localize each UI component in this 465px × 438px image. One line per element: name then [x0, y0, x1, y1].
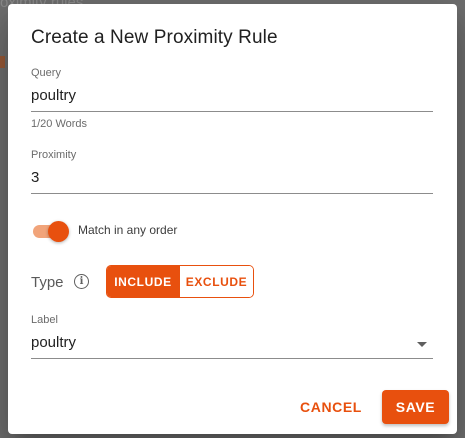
dropdown-arrow-icon[interactable] [417, 342, 427, 347]
save-button[interactable]: SAVE [382, 390, 449, 424]
label-select[interactable]: poultry [31, 334, 433, 354]
proximity-label: Proximity [31, 149, 77, 161]
proximity-field[interactable]: Proximity 3 [31, 149, 433, 194]
match-any-order-label: Match in any order [78, 223, 178, 237]
type-exclude-button[interactable]: EXCLUDE [179, 266, 253, 297]
info-icon[interactable]: i [74, 274, 89, 289]
label-select-value: poultry [31, 334, 77, 351]
type-toggle-group: INCLUDE EXCLUDE [106, 265, 254, 298]
label-underline [31, 358, 433, 359]
background-accent-bar [0, 56, 5, 68]
query-input[interactable]: poultry [31, 87, 433, 107]
match-any-order-switch[interactable] [31, 220, 71, 242]
type-label: Type [31, 274, 64, 291]
query-underline [31, 111, 433, 112]
dialog-title: Create a New Proximity Rule [31, 27, 278, 48]
switch-thumb [48, 221, 69, 242]
cancel-button[interactable]: CANCEL [293, 390, 369, 424]
label-select-field[interactable]: Label poultry [31, 314, 433, 359]
proximity-underline [31, 193, 433, 194]
query-word-count: 1/20 Words [31, 118, 88, 130]
label-field-label: Label [31, 314, 58, 326]
proximity-rule-dialog: Create a New Proximity Rule Query poultr… [8, 4, 457, 434]
type-include-button[interactable]: INCLUDE [107, 266, 179, 297]
query-field[interactable]: Query poultry [31, 67, 433, 112]
proximity-input[interactable]: 3 [31, 169, 433, 189]
query-label: Query [31, 67, 61, 79]
